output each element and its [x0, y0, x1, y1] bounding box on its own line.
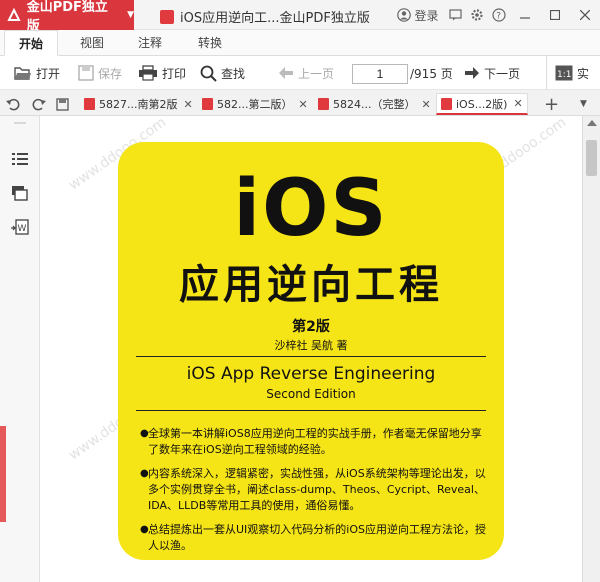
doc-tab[interactable]: 582...第二版） ✕ [202, 93, 308, 115]
close-tab-icon[interactable]: ✕ [421, 98, 430, 111]
cover-cn-title: 应用逆向工程 [179, 262, 443, 308]
cover-divider [136, 356, 486, 357]
pdf-file-icon [160, 9, 174, 24]
sidebar-grip-icon [9, 120, 31, 126]
doc-tab-label: 5827...南第2版 [99, 98, 178, 111]
tab-annotate[interactable]: 注释 [128, 30, 172, 56]
doc-tab[interactable]: 5824...（完整） ✕ [318, 93, 431, 115]
login-button[interactable]: 登录 [392, 0, 444, 30]
tab-view[interactable]: 视图 [70, 30, 114, 56]
page-number-input[interactable] [352, 64, 408, 84]
document-tabs: 5827...南第2版 ✕ 582...第二版） ✕ 5824...（完整） ✕… [0, 90, 600, 116]
doc-tab-active[interactable]: iOS...2版) ✕ [436, 93, 528, 115]
minimize-button[interactable] [510, 0, 540, 30]
prev-page-label: 上一页 [298, 66, 335, 81]
window-title: iOS应用逆向工...金山PDF独立版 [160, 7, 370, 26]
new-tab-plus-icon[interactable]: + [544, 93, 559, 115]
pdf-file-icon [318, 98, 329, 110]
printer-icon [139, 65, 157, 81]
svg-text:1:1: 1:1 [557, 70, 571, 80]
scrollbar-thumb[interactable] [586, 140, 597, 176]
ribbon-tabs: 开始 视图 注释 转换 [0, 30, 600, 56]
left-sidebar: W [0, 116, 40, 582]
bullet-text: 全球第一本讲解iOS8应用逆向工程的实战手册，作者毫无保留地分享了数年来在iOS… [148, 427, 482, 456]
app-logo-icon [6, 7, 22, 23]
cover-big-title: iOS [233, 164, 389, 254]
close-tab-icon[interactable]: ✕ [299, 98, 308, 111]
cover-divider [136, 410, 486, 411]
app-name: 金山PDF独立版 [26, 0, 108, 34]
vertical-scrollbar[interactable] [582, 116, 600, 582]
tab-convert[interactable]: 转换 [188, 30, 232, 56]
quick-save-icon[interactable] [56, 93, 69, 115]
tab-start[interactable]: 开始 [4, 30, 58, 56]
thumbnails-icon[interactable] [9, 182, 31, 204]
folder-open-icon [14, 67, 31, 80]
svg-text:W: W [18, 224, 27, 234]
login-label: 登录 [414, 8, 439, 23]
scroll-up-arrow-icon[interactable] [587, 120, 597, 126]
close-tab-icon[interactable]: ✕ [513, 97, 522, 110]
open-button[interactable]: 打开 [14, 56, 60, 90]
pdf-file-icon [441, 97, 452, 110]
save-button[interactable]: 保存 [78, 56, 122, 90]
svg-text:?: ? [496, 12, 501, 22]
prev-page-button[interactable]: 上一页 [278, 56, 334, 90]
actual-size-button[interactable]: 1:1 实 [546, 56, 589, 90]
open-label: 打开 [36, 66, 61, 81]
chevron-down-icon: ▼ [127, 10, 134, 20]
doc-tab-label: 582...第二版） [217, 98, 293, 111]
main-toolbar: 打开 保存 打印 查找 上一页 /915 页 下一页 1:1 实 [0, 56, 600, 90]
title-bar: 金山PDF独立版 ▼ iOS应用逆向工...金山PDF独立版 登录 ? [0, 0, 600, 34]
close-tab-icon[interactable]: ✕ [183, 98, 192, 111]
find-button[interactable]: 查找 [200, 56, 245, 90]
user-icon [397, 8, 412, 22]
redo-icon[interactable] [32, 93, 46, 115]
find-label: 查找 [221, 66, 246, 81]
next-page-label: 下一页 [484, 66, 521, 81]
cover-bullet: ● 全球第一本讲解iOS8应用逆向工程的实战手册，作者毫无保留地分享了数年来在iO… [140, 426, 490, 458]
undo-icon[interactable] [6, 93, 20, 115]
cover-edition: 第2版 [292, 319, 330, 335]
cover-en-title: iOS App Reverse Engineering [186, 364, 436, 384]
word-convert-icon[interactable]: W [9, 216, 31, 238]
next-page-button[interactable]: 下一页 [464, 56, 520, 90]
document-canvas[interactable]: www.ddooo.com www.ddooo.com www.ddooo.co… [40, 116, 580, 582]
doc-tab-label: iOS...2版) [456, 97, 508, 111]
bullet-text: 总结提炼出一套从UI观察切入代码分析的iOS应用逆向工程方法论，授人以渔。 [148, 523, 486, 552]
doc-tab[interactable]: 5827...南第2版 ✕ [84, 93, 193, 115]
help-icon[interactable]: ? [488, 0, 510, 30]
close-button[interactable] [570, 0, 600, 30]
save-label: 保存 [98, 66, 123, 81]
tab-list-chevron-icon[interactable]: ▼ [580, 93, 587, 115]
cover-bullet: ● 内容系统深入，逻辑紧密，实战性强，从iOS系统架构等理论出发，以多个实例贯穿全… [140, 466, 490, 514]
cover-author: 沙梓社 吴航 著 [274, 339, 348, 352]
cover-bullet-list: ● 全球第一本讲解iOS8应用逆向工程的实战手册，作者毫无保留地分享了数年来在iO… [140, 426, 490, 562]
cover-en-subtitle: Second Edition [266, 387, 356, 401]
search-icon [200, 65, 217, 82]
pdf-file-icon [202, 98, 213, 110]
bullet-text: 内容系统深入，逻辑紧密，实战性强，从iOS系统架构等理论出发，以多个实例贯穿全书… [148, 467, 486, 512]
total-pages: /915 页 [410, 66, 453, 81]
app-menu-button[interactable]: 金山PDF独立版 ▼ [0, 0, 134, 34]
save-disk-icon [78, 65, 94, 81]
outline-list-icon[interactable] [9, 148, 31, 170]
actual-size-label: 实 [577, 66, 590, 81]
settings-gear-icon[interactable] [466, 0, 488, 30]
print-button[interactable]: 打印 [138, 56, 186, 90]
cover-bullet: ● 总结提炼出一套从UI观察切入代码分析的iOS应用逆向工程方法论，授人以渔。 [140, 522, 490, 554]
window-title-text: iOS应用逆向工...金山PDF独立版 [180, 11, 370, 26]
sidebar-collapse-handle[interactable] [0, 426, 6, 522]
actual-size-icon: 1:1 [555, 65, 573, 81]
arrow-left-icon [279, 67, 293, 79]
maximize-button[interactable] [540, 0, 570, 30]
arrow-right-icon [465, 67, 479, 79]
message-icon[interactable] [444, 0, 466, 30]
book-cover: iOS 应用逆向工程 第2版 沙梓社 吴航 著 iOS App Reverse … [118, 142, 504, 560]
print-label: 打印 [162, 66, 187, 81]
pdf-file-icon [84, 98, 95, 110]
doc-tab-label: 5824...（完整） [333, 98, 416, 111]
